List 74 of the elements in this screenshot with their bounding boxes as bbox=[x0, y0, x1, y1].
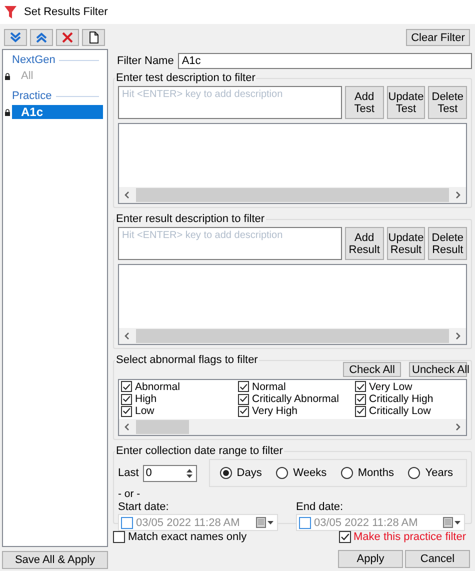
checkbox-label: Very Low bbox=[369, 380, 412, 393]
checkbox[interactable] bbox=[355, 394, 366, 405]
group-title: Enter test description to filter bbox=[115, 72, 256, 84]
section-header: Practice bbox=[12, 90, 52, 102]
new-document-icon bbox=[87, 31, 100, 44]
checkbox[interactable] bbox=[238, 381, 249, 392]
radio-button[interactable] bbox=[340, 467, 353, 479]
funnel-icon bbox=[4, 5, 17, 19]
checkbox[interactable] bbox=[238, 406, 249, 417]
field-label: Filter Name bbox=[117, 55, 174, 67]
date-label: End date: bbox=[296, 501, 344, 514]
radio-button[interactable] bbox=[220, 467, 232, 479]
toolbar-button[interactable] bbox=[82, 29, 105, 46]
checkbox-label: Low bbox=[135, 405, 154, 418]
radio-label: Days bbox=[236, 467, 262, 479]
window-title: Set Results Filter bbox=[24, 6, 108, 18]
save-all-apply-button[interactable]: Save All & Apply bbox=[2, 551, 108, 569]
delete-icon bbox=[61, 31, 74, 44]
calendar-dropdown-icon[interactable] bbox=[256, 517, 274, 528]
checkbox-label: High bbox=[135, 393, 157, 406]
checkbox[interactable] bbox=[338, 531, 351, 543]
radio-label: Weeks bbox=[293, 467, 327, 479]
description-field[interactable]: Hit <ENTER> key to add description bbox=[118, 227, 342, 260]
action-button[interactable]: Add Test bbox=[345, 86, 384, 119]
checkbox-label: Normal bbox=[252, 380, 286, 393]
checkbox[interactable] bbox=[299, 516, 311, 528]
checkbox-label: Very High bbox=[252, 405, 298, 418]
number-field[interactable]: 0 bbox=[142, 464, 197, 482]
lock-icon bbox=[5, 72, 10, 80]
checkbox[interactable] bbox=[121, 516, 133, 528]
dialog-button[interactable]: Apply bbox=[338, 550, 403, 568]
date-label: Start date: bbox=[118, 501, 170, 514]
checkbox-label: Match exact names only bbox=[128, 531, 247, 543]
spin-arrows-icon[interactable] bbox=[184, 466, 194, 480]
checkbox[interactable] bbox=[238, 394, 249, 405]
checkbox-label: Critically High bbox=[369, 393, 434, 406]
checkbox[interactable] bbox=[355, 406, 366, 417]
move-up-icon bbox=[35, 31, 48, 44]
radio-label: Years bbox=[425, 467, 453, 479]
group-title: Select abnormal flags to filter bbox=[115, 354, 259, 366]
checkbox-label: Critically Abnormal bbox=[252, 393, 339, 406]
scrollbar-thumb[interactable] bbox=[136, 329, 449, 343]
calendar-dropdown-icon[interactable] bbox=[443, 517, 461, 528]
checkbox-label: Make this practice filter bbox=[354, 531, 466, 543]
action-button[interactable]: Delete Test bbox=[428, 86, 467, 119]
radio-button[interactable] bbox=[408, 467, 420, 479]
action-button[interactable]: Delete Result bbox=[428, 227, 467, 260]
checkbox[interactable] bbox=[121, 394, 132, 405]
scrollbar-thumb[interactable] bbox=[136, 188, 449, 202]
action-button[interactable]: Uncheck All bbox=[409, 362, 467, 377]
radio-label: Months bbox=[358, 467, 394, 479]
dialog-button[interactable]: Cancel bbox=[405, 550, 470, 568]
action-button[interactable]: Update Result bbox=[386, 227, 426, 260]
section-header: NextGen bbox=[12, 54, 56, 66]
clear-filter-button[interactable]: Clear Filter bbox=[406, 29, 470, 46]
filter-name-field[interactable]: A1c bbox=[178, 53, 472, 69]
scrollbar-thumb[interactable] bbox=[136, 420, 190, 434]
action-button[interactable]: Add Result bbox=[345, 227, 384, 260]
description-field[interactable]: Hit <ENTER> key to add description bbox=[118, 86, 342, 119]
checkbox[interactable] bbox=[121, 381, 132, 392]
action-button[interactable]: Check All bbox=[343, 362, 401, 377]
checkbox[interactable] bbox=[121, 406, 132, 417]
group-title: Enter result description to filter bbox=[115, 213, 266, 225]
checkbox[interactable] bbox=[355, 381, 366, 392]
move-down-icon bbox=[9, 31, 22, 44]
lock-icon bbox=[5, 108, 10, 116]
checkbox[interactable] bbox=[113, 531, 125, 543]
action-button[interactable]: Update Test bbox=[386, 86, 426, 119]
checkbox-label: Abnormal bbox=[135, 380, 180, 393]
radio-button[interactable] bbox=[276, 467, 288, 479]
group-title: Enter collection date range to filter bbox=[115, 445, 284, 457]
checkbox-label: Critically Low bbox=[369, 405, 431, 418]
last-label: Last bbox=[118, 467, 139, 479]
or-label: - or - bbox=[118, 488, 142, 500]
